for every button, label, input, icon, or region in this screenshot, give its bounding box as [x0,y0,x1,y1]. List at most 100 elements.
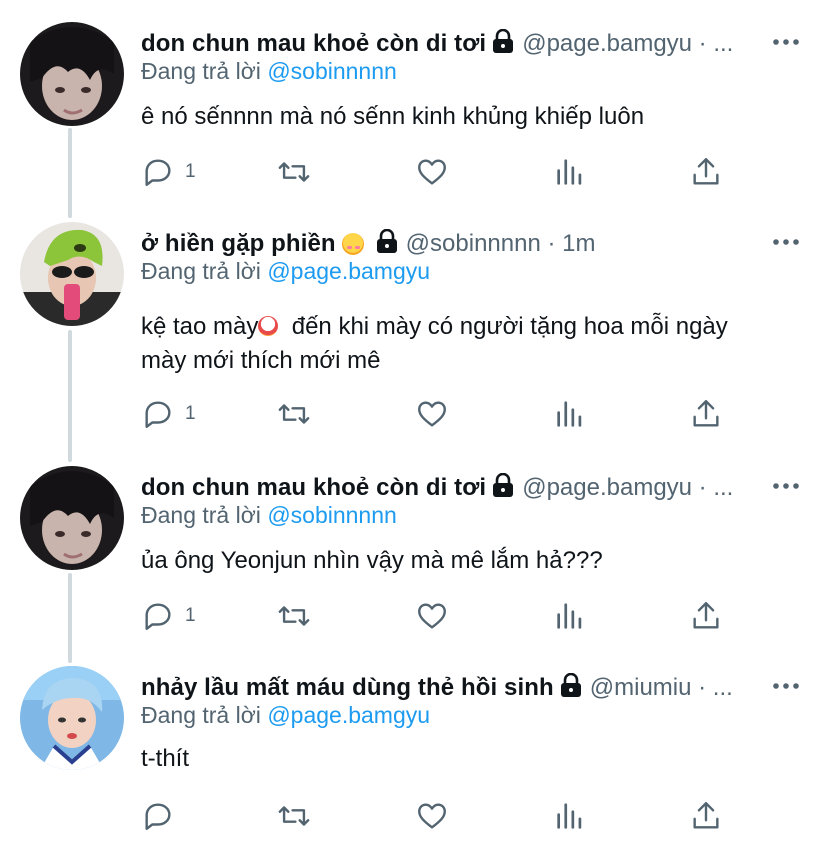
tweet[interactable]: nhảy lầu mất máu dùng thẻ hồi sinh @mium… [0,666,828,845]
reply-button[interactable]: 1 [141,396,196,432]
replying-to-label: Đang trả lời [141,502,261,528]
views-button[interactable] [553,396,587,432]
avatar[interactable] [20,666,124,770]
retweet-button[interactable] [277,598,311,634]
avatar[interactable] [20,222,124,326]
replying-to: Đang trả lời @sobinnnnn [141,502,397,529]
handle[interactable]: @miumiu · ... [590,674,733,702]
retweet-icon [278,404,310,424]
tweet-text-line: kệ tao mày đến khi mày có người tặng hoa… [141,310,801,344]
replying-to-label: Đang trả lời [141,258,261,284]
replying-to-label: Đang trả lời [141,58,261,84]
views-button[interactable] [553,598,587,634]
tweet-header: don chun mau khoẻ còn di tơi @page.bamgy… [141,26,808,62]
more-icon[interactable] [772,472,800,500]
display-name[interactable]: ở hiền gặp phiền [141,230,336,258]
like-icon [418,401,446,427]
like-button[interactable] [415,798,449,834]
like-icon [418,803,446,829]
action-bar: 1 [141,154,741,190]
views-icon [557,159,582,185]
tweet-text-line: mày mới thích mới mê [141,347,381,374]
views-button[interactable] [553,798,587,834]
retweet-icon [278,806,310,826]
handle[interactable]: @page.bamgyu · ... [522,474,733,502]
retweet-button[interactable] [277,798,311,834]
lock-icon [492,472,514,504]
action-bar: 1 [141,598,741,634]
share-icon [693,802,719,829]
tweet-text-line: t-thít [141,745,190,772]
reply-button[interactable]: 1 [141,598,196,634]
tweet-text-line: ê nó sếnnnn mà nó sếnn kinh khủng khiếp … [141,103,645,130]
handle[interactable]: @page.bamgyu · ... [522,30,733,58]
like-icon [418,603,446,629]
mention-link[interactable]: @sobinnnnn [267,58,397,84]
views-icon [557,401,582,427]
tweet-text-segment: đến khi mày có người tặng hoa mỗi ngày [278,313,728,340]
reply-button[interactable]: 1 [141,154,196,190]
retweet-icon [278,162,310,182]
reply-icon [145,603,171,630]
reply-count: 1 [185,161,196,182]
replying-to: Đang trả lời @page.bamgyu [141,702,430,729]
views-icon [557,603,582,629]
tweet-header: nhảy lầu mất máu dùng thẻ hồi sinh @mium… [141,670,808,706]
tweet-header: don chun mau khoẻ còn di tơi @page.bamgy… [141,470,808,506]
action-bar: 1 [141,396,741,432]
tweet-text: kệ tao mày đến khi mày có người tặng hoa… [141,310,801,378]
tweet[interactable]: don chun mau khoẻ còn di tơi @page.bamgy… [0,466,828,656]
reply-count: 1 [185,403,196,424]
like-icon [418,159,446,185]
replying-to-label: Đang trả lời [141,702,261,728]
replying-to: Đang trả lời @page.bamgyu [141,258,430,285]
action-bar [141,798,741,834]
like-button[interactable] [415,396,449,432]
reply-button[interactable] [141,798,185,834]
mention-link[interactable]: @sobinnnnn [267,502,397,528]
reply-icon [145,159,171,186]
share-icon [693,400,719,427]
more-icon[interactable] [772,28,800,56]
retweet-button[interactable] [277,154,311,190]
share-icon [693,602,719,629]
lock-icon [560,672,582,704]
views-button[interactable] [553,154,587,190]
retweet-icon [278,606,310,626]
tweet-text: ủa ông Yeonjun nhìn vậy mà mê lắm hả??? [141,544,801,578]
share-button[interactable] [689,396,723,432]
tweet-text-segment: kệ tao mày [141,313,259,340]
share-icon [693,158,719,185]
avatar[interactable] [20,466,124,570]
display-name[interactable]: don chun mau khoẻ còn di tơi [141,30,486,58]
reply-icon [145,401,171,428]
lock-icon [492,28,514,60]
more-icon[interactable] [772,672,800,700]
retweet-button[interactable] [277,396,311,432]
more-icon[interactable] [772,228,800,256]
tweet[interactable]: ở hiền gặp phiền @sobinnnnn · 1m Đang tr… [0,222,828,442]
views-icon [557,803,582,829]
tweet-text: ê nó sếnnnn mà nó sếnn kinh khủng khiếp … [141,100,801,134]
like-button[interactable] [415,598,449,634]
mention-link[interactable]: @page.bamgyu [267,702,430,728]
smiling-face-with-hearts-emoji [341,233,364,255]
reply-icon [145,803,171,830]
like-button[interactable] [415,154,449,190]
share-button[interactable] [689,154,723,190]
display-name[interactable]: nhảy lầu mất máu dùng thẻ hồi sinh [141,674,554,702]
avatar[interactable] [20,22,124,126]
display-name[interactable]: don chun mau khoẻ còn di tơi [141,474,486,502]
lock-icon [376,228,398,260]
tweet-text: t-thít [141,742,801,776]
replying-to: Đang trả lời @sobinnnnn [141,58,397,85]
mention-link[interactable]: @page.bamgyu [267,258,430,284]
share-button[interactable] [689,598,723,634]
handle[interactable]: @sobinnnnn · 1m [406,230,596,258]
share-button[interactable] [689,798,723,834]
tweet-text-line: ủa ông Yeonjun nhìn vậy mà mê lắm hả??? [141,547,603,574]
clown-face-emoji [258,316,279,336]
tweet[interactable]: don chun mau khoẻ còn di tơi @page.bamgy… [0,22,828,216]
tweet-header: ở hiền gặp phiền @sobinnnnn · 1m [141,226,808,262]
reply-count: 1 [185,605,196,626]
